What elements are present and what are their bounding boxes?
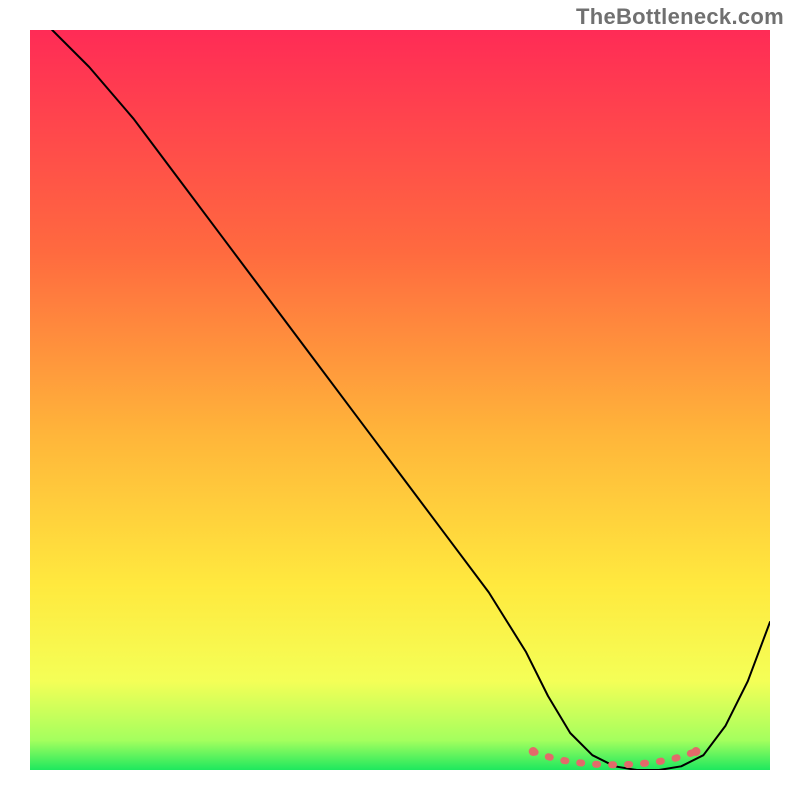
- gradient-background: [30, 30, 770, 770]
- chart-container: TheBottleneck.com: [0, 0, 800, 800]
- plot-area: [30, 30, 770, 770]
- chart-svg: [30, 30, 770, 770]
- watermark-text: TheBottleneck.com: [576, 4, 784, 30]
